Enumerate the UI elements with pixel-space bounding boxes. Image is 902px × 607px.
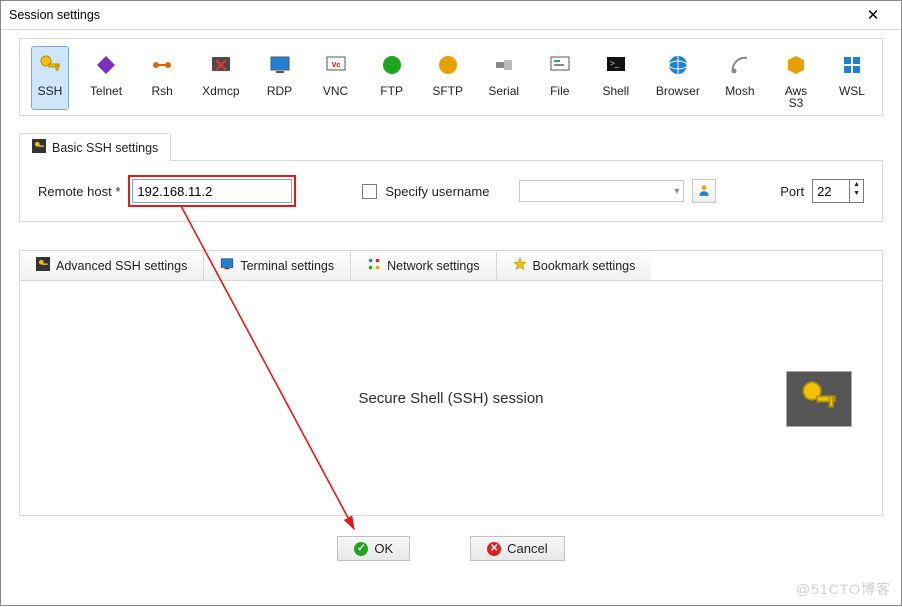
protocol-label: VNC [323, 85, 348, 97]
svg-text:>_: >_ [610, 59, 620, 68]
protocol-label: Serial [488, 85, 519, 97]
check-icon: ✓ [354, 542, 368, 556]
protocol-telnet[interactable]: Telnet [90, 49, 122, 109]
dialog-button-row: ✓ OK ✕ Cancel [19, 536, 883, 561]
tab-label: Network settings [387, 259, 479, 273]
protocol-label: WSL [839, 85, 865, 97]
protocol-wsl[interactable]: WSL [836, 49, 868, 109]
ftp-icon [376, 49, 408, 81]
network-icon [367, 257, 381, 274]
protocol-rsh[interactable]: Rsh [146, 49, 178, 109]
session-description-pane: Secure Shell (SSH) session [19, 281, 883, 516]
close-button[interactable]: ✕ [853, 6, 893, 24]
titlebar: Session settings ✕ [1, 1, 901, 30]
star-icon [513, 257, 527, 274]
protocol-ftp[interactable]: FTP [376, 49, 408, 109]
protocol-label: Mosh [725, 85, 754, 97]
session-type-emblem [786, 371, 852, 427]
ok-button[interactable]: ✓ OK [337, 536, 410, 561]
protocol-label: SSH [38, 85, 63, 97]
protocol-label: FTP [380, 85, 403, 97]
session-type-title: Secure Shell (SSH) session [358, 390, 543, 407]
port-input[interactable] [813, 180, 849, 202]
svg-text:Vc: Vc [331, 62, 340, 69]
advanced-tab-strip: Advanced SSH settings Terminal settings … [19, 250, 883, 281]
protocol-label: SFTP [432, 85, 463, 97]
protocol-browser[interactable]: Browser [656, 49, 700, 109]
protocol-file[interactable]: File [544, 49, 576, 109]
protocol-label: Aws S3 [780, 85, 812, 109]
tab-bookmark-settings[interactable]: Bookmark settings [497, 251, 652, 280]
protocol-label: RDP [267, 85, 292, 97]
remote-host-label: Remote host * [38, 184, 120, 199]
port-spinner[interactable]: ▲▼ [812, 179, 864, 203]
wsl-icon [836, 49, 868, 81]
tab-network-settings[interactable]: Network settings [351, 251, 496, 280]
serial-icon [488, 49, 520, 81]
session-settings-window: Session settings ✕ SSH Telnet Rsh Xdmcp [0, 0, 902, 606]
remote-host-highlight [128, 175, 296, 207]
key-small-icon [32, 139, 46, 156]
tab-label: Terminal settings [240, 259, 334, 273]
tab-terminal-settings[interactable]: Terminal settings [204, 251, 351, 280]
window-title: Session settings [9, 8, 100, 22]
protocol-shell[interactable]: >_ Shell [600, 49, 632, 109]
spin-down-icon[interactable]: ▼ [850, 189, 863, 198]
telnet-icon [90, 49, 122, 81]
tab-label: Bookmark settings [533, 259, 636, 273]
user-browse-button[interactable] [692, 179, 716, 203]
protocol-label: File [550, 85, 569, 97]
protocol-xdmcp[interactable]: Xdmcp [202, 49, 239, 109]
browser-icon [662, 49, 694, 81]
rdp-icon [264, 49, 296, 81]
protocol-aws-s3[interactable]: Aws S3 [780, 49, 812, 109]
protocol-label: Rsh [151, 85, 172, 97]
cancel-button[interactable]: ✕ Cancel [470, 536, 564, 561]
protocol-ssh[interactable]: SSH [32, 47, 68, 109]
button-label: Cancel [507, 541, 547, 556]
specify-username-label: Specify username [385, 184, 489, 199]
tab-label: Advanced SSH settings [56, 259, 187, 273]
file-icon [544, 49, 576, 81]
protocol-label: Xdmcp [202, 85, 239, 97]
watermark: @51CTO博客 [796, 579, 891, 599]
protocol-label: Browser [656, 85, 700, 97]
key-small-icon [36, 257, 50, 274]
shell-icon: >_ [600, 49, 632, 81]
basic-ssh-pane: Remote host * Specify username ▾ Port ▲▼ [19, 161, 883, 222]
basic-tab-strip: Basic SSH settings [19, 132, 883, 161]
remote-host-input[interactable] [132, 179, 292, 203]
cross-icon: ✕ [487, 542, 501, 556]
chevron-down-icon: ▾ [674, 186, 679, 197]
protocol-label: Telnet [90, 85, 122, 97]
spin-up-icon[interactable]: ▲ [850, 180, 863, 189]
key-icon [798, 377, 840, 422]
protocol-mosh[interactable]: Mosh [724, 49, 756, 109]
protocol-sftp[interactable]: SFTP [432, 49, 464, 109]
protocol-vnc[interactable]: Vc VNC [320, 49, 352, 109]
tab-label: Basic SSH settings [52, 141, 158, 155]
protocol-type-row: SSH Telnet Rsh Xdmcp RDP Vc VNC [19, 38, 883, 116]
aws-s3-icon [780, 49, 812, 81]
mosh-icon [724, 49, 756, 81]
user-icon [697, 183, 711, 200]
sftp-icon [432, 49, 464, 81]
xdmcp-icon [205, 49, 237, 81]
button-label: OK [374, 541, 393, 556]
terminal-icon [220, 257, 234, 274]
username-combo[interactable]: ▾ [519, 180, 684, 202]
vnc-icon: Vc [320, 49, 352, 81]
port-label: Port [780, 184, 804, 199]
protocol-rdp[interactable]: RDP [264, 49, 296, 109]
key-icon [34, 49, 66, 81]
tab-basic-ssh-settings[interactable]: Basic SSH settings [19, 133, 171, 161]
tab-advanced-ssh-settings[interactable]: Advanced SSH settings [20, 251, 204, 280]
protocol-label: Shell [602, 85, 629, 97]
protocol-serial[interactable]: Serial [488, 49, 520, 109]
rsh-icon [146, 49, 178, 81]
specify-username-checkbox[interactable] [362, 184, 377, 199]
